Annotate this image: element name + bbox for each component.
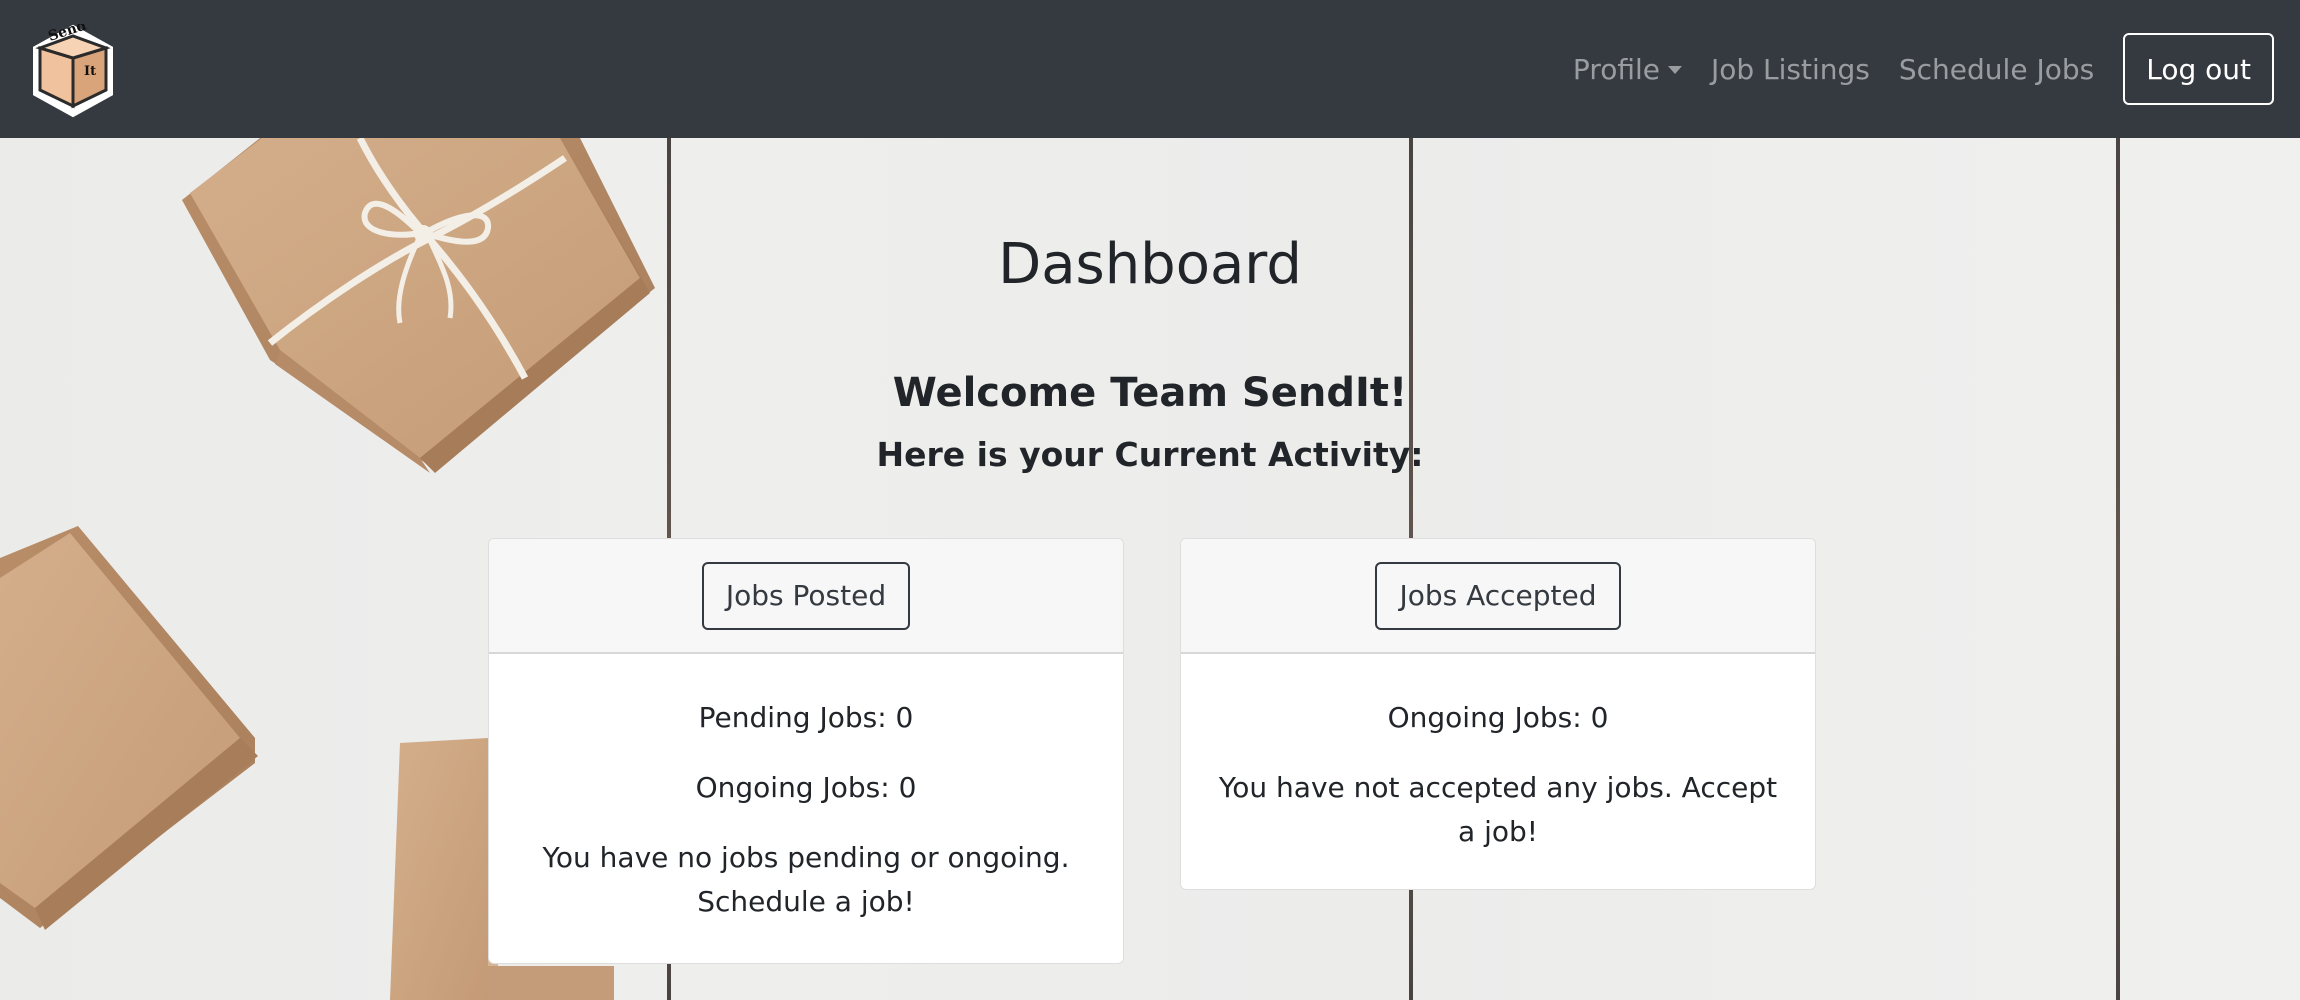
card-header: Jobs Posted bbox=[489, 539, 1123, 654]
top-navbar: Send It Profile Job Listings Schedule Jo… bbox=[0, 0, 2300, 138]
jobs-posted-card: Jobs Posted Pending Jobs: 0 Ongoing Jobs… bbox=[488, 538, 1124, 964]
ongoing-jobs-count: Ongoing Jobs: 0 bbox=[695, 771, 917, 804]
nav-profile-label: Profile bbox=[1572, 52, 1660, 86]
card-header: Jobs Accepted bbox=[1181, 539, 1815, 654]
jobs-accepted-button[interactable]: Jobs Accepted bbox=[1375, 561, 1621, 630]
page: Send It Profile Job Listings Schedule Jo… bbox=[0, 0, 2300, 1000]
page-title: Dashboard bbox=[998, 232, 1302, 297]
nav-links: Profile Job Listings Schedule Jobs Log o… bbox=[1573, 0, 2274, 138]
logo-text-it: It bbox=[84, 64, 96, 79]
jobs-posted-button[interactable]: Jobs Posted bbox=[701, 561, 911, 630]
jobs-accepted-card: Jobs Accepted Ongoing Jobs: 0 You have n… bbox=[1180, 538, 1816, 890]
card-body: Ongoing Jobs: 0 You have not accepted an… bbox=[1181, 654, 1815, 854]
sendit-logo[interactable]: Send It bbox=[26, 17, 120, 118]
welcome-heading: Welcome Team SendIt! bbox=[892, 370, 1408, 416]
tied-box bbox=[182, 138, 655, 473]
nav-profile-dropdown[interactable]: Profile bbox=[1573, 53, 1682, 86]
box-logo-icon: Send It bbox=[33, 17, 113, 118]
accepted-empty-message: You have not accepted any jobs. Accept a… bbox=[1218, 771, 1778, 848]
nav-schedule-jobs[interactable]: Schedule Jobs bbox=[1899, 53, 2094, 86]
nav-job-listings[interactable]: Job Listings bbox=[1711, 53, 1870, 86]
activity-subtitle: Here is your Current Activity: bbox=[876, 435, 1424, 474]
pending-jobs-count: Pending Jobs: 0 bbox=[698, 701, 914, 734]
card-body: Pending Jobs: 0 Ongoing Jobs: 0 You have… bbox=[489, 654, 1123, 924]
logout-button[interactable]: Log out bbox=[2123, 33, 2274, 105]
caret-down-icon bbox=[1667, 66, 1682, 74]
left-box bbox=[0, 526, 258, 930]
accepted-ongoing-jobs-count: Ongoing Jobs: 0 bbox=[1387, 701, 1609, 734]
posted-empty-message: You have no jobs pending or ongoing. Sch… bbox=[542, 841, 1070, 918]
